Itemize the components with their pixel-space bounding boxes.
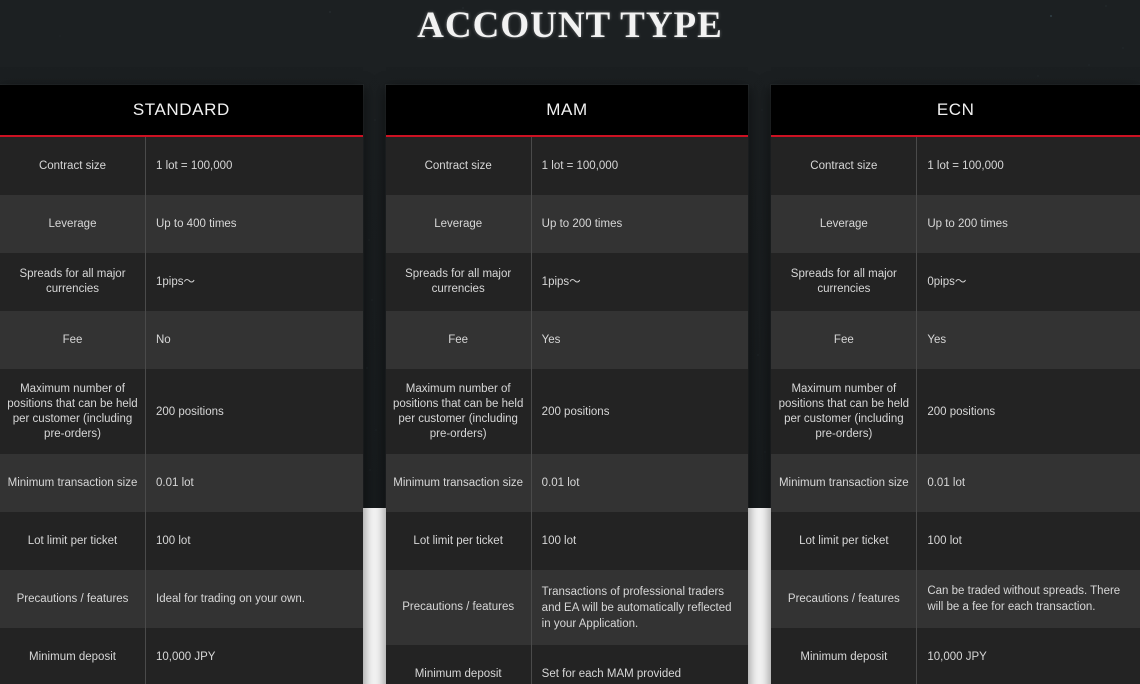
spec-value: 0.01 lot	[927, 477, 966, 489]
card-header-ecn: ECN	[771, 85, 1140, 137]
spec-value: Up to 200 times	[541, 218, 623, 230]
page-title: ACCOUNT TYPE	[417, 5, 723, 46]
spec-value: Up to 200 times	[927, 218, 1008, 230]
table-row: Fee Yes	[771, 311, 1140, 369]
table-row: Minimum transaction size 0.01 lot	[385, 454, 749, 512]
spec-label: Fee	[771, 311, 918, 369]
table-row: Maximum number of positions that can be …	[385, 369, 749, 454]
spec-value: Yes	[927, 334, 947, 346]
spec-value: No	[156, 334, 171, 346]
spec-value: 10,000 JPY	[156, 651, 216, 663]
spec-label: Minimum deposit	[0, 628, 146, 684]
table-row: Precautions / features Transactions of p…	[385, 570, 749, 645]
spec-value: Set for each MAM provided	[541, 668, 682, 680]
spec-table-ecn: Contract size 1 lot = 100,000 Leverage U…	[771, 137, 1140, 684]
account-card-mam: MAM Contract size 1 lot = 100,000 Levera…	[385, 85, 749, 684]
spec-value: 0pips〜	[927, 276, 967, 288]
spec-label: Lot limit per ticket	[771, 512, 918, 570]
table-row: Leverage Up to 200 times	[771, 195, 1140, 253]
spec-label: Precautions / features	[771, 570, 918, 628]
card-title: STANDARD	[132, 100, 230, 119]
spec-label: Minimum transaction size	[386, 454, 532, 512]
spec-label: Lot limit per ticket	[386, 512, 532, 570]
table-row: Contract size 1 lot = 100,000	[0, 137, 363, 195]
card-title: MAM	[546, 100, 588, 119]
table-row: Maximum number of positions that can be …	[0, 369, 363, 454]
table-row: Contract size 1 lot = 100,000	[385, 137, 749, 195]
spec-value: 1pips〜	[541, 276, 581, 288]
spec-label: Precautions / features	[386, 570, 532, 645]
spec-label: Fee	[0, 311, 146, 369]
spec-label: Minimum deposit	[386, 645, 532, 684]
spec-label: Fee	[386, 311, 532, 369]
spec-label: Leverage	[0, 195, 146, 253]
table-row: Minimum transaction size 0.01 lot	[771, 454, 1140, 512]
table-row: Lot limit per ticket 100 lot	[771, 512, 1140, 570]
spec-label: Minimum transaction size	[771, 454, 918, 512]
spec-value: 0.01 lot	[156, 477, 194, 489]
spec-table-standard: Contract size 1 lot = 100,000 Leverage U…	[0, 137, 363, 684]
spec-table-mam: Contract size 1 lot = 100,000 Leverage U…	[385, 137, 749, 684]
spec-value: 100 lot	[927, 535, 962, 547]
spec-label: Spreads for all major currencies	[386, 253, 532, 311]
account-card-standard: STANDARD Contract size 1 lot = 100,000 L…	[0, 85, 363, 684]
table-row: Maximum number of positions that can be …	[771, 369, 1140, 454]
table-row: Fee No	[0, 311, 363, 369]
spec-value: Up to 400 times	[156, 218, 237, 230]
spec-value: 10,000 JPY	[927, 651, 987, 663]
spec-value: Transactions of professional traders and…	[541, 585, 732, 630]
table-row: Spreads for all major currencies 0pips〜	[771, 253, 1140, 311]
spec-label: Precautions / features	[0, 570, 146, 628]
spec-value: 100 lot	[541, 535, 577, 547]
table-row: Minimum deposit 10,000 JPY	[771, 628, 1140, 684]
table-row: Lot limit per ticket 100 lot	[385, 512, 749, 570]
table-row: Fee Yes	[385, 311, 749, 369]
spec-value: 1 lot = 100,000	[927, 160, 1004, 172]
spec-label: Spreads for all major currencies	[0, 253, 146, 311]
table-row: Spreads for all major currencies 1pips〜	[0, 253, 363, 311]
spec-value: 1pips〜	[156, 276, 195, 288]
card-header-mam: MAM	[385, 85, 749, 137]
table-row: Leverage Up to 200 times	[385, 195, 749, 253]
spec-label: Minimum transaction size	[0, 454, 146, 512]
spec-label: Contract size	[0, 137, 146, 195]
account-type-cards: STANDARD Contract size 1 lot = 100,000 L…	[0, 85, 1140, 684]
spec-label: Maximum number of positions that can be …	[386, 369, 532, 454]
spec-value: 200 positions	[156, 405, 224, 418]
table-row: Minimum transaction size 0.01 lot	[0, 454, 363, 512]
spec-value: 100 lot	[156, 535, 191, 547]
spec-value: Ideal for trading on your own.	[156, 593, 305, 605]
account-card-ecn: ECN Contract size 1 lot = 100,000 Levera…	[771, 85, 1140, 684]
table-row: Leverage Up to 400 times	[0, 195, 363, 253]
spec-label: Maximum number of positions that can be …	[0, 369, 146, 454]
spec-value: 1 lot = 100,000	[156, 160, 233, 172]
table-row: Minimum deposit Set for each MAM provide…	[385, 645, 749, 684]
table-row: Precautions / features Can be traded wit…	[771, 570, 1140, 628]
spec-value: Can be traded without spreads. There wil…	[927, 585, 1121, 613]
table-row: Precautions / features Ideal for trading…	[0, 570, 363, 628]
spec-value: 200 positions	[541, 405, 610, 418]
table-row: Lot limit per ticket 100 lot	[0, 512, 363, 570]
spec-value: 200 positions	[927, 405, 996, 418]
spec-value: 0.01 lot	[541, 477, 580, 489]
table-row: Spreads for all major currencies 1pips〜	[385, 253, 749, 311]
spec-label: Contract size	[386, 137, 532, 195]
spec-label: Leverage	[771, 195, 918, 253]
spec-value: 1 lot = 100,000	[541, 160, 619, 172]
table-row: Minimum deposit 10,000 JPY	[0, 628, 363, 684]
spec-label: Minimum deposit	[771, 628, 918, 684]
spec-label: Leverage	[386, 195, 532, 253]
card-title: ECN	[936, 100, 975, 119]
spec-value: Yes	[541, 334, 561, 346]
spec-label: Contract size	[771, 137, 918, 195]
card-header-standard: STANDARD	[0, 85, 363, 137]
spec-label: Lot limit per ticket	[0, 512, 146, 570]
spec-label: Spreads for all major currencies	[771, 253, 918, 311]
table-row: Contract size 1 lot = 100,000	[771, 137, 1140, 195]
spec-label: Maximum number of positions that can be …	[771, 369, 918, 454]
